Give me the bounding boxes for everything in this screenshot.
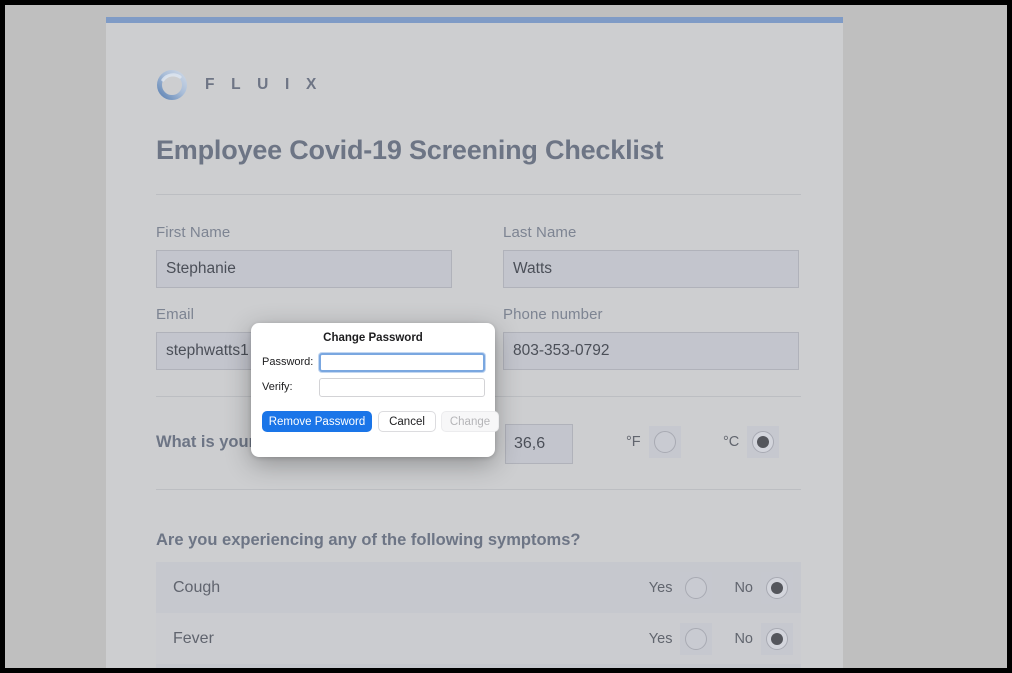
symptoms-list: Cough Yes No Fever Yes No (156, 562, 801, 668)
symptom-yes-option[interactable]: Yes (648, 622, 713, 655)
brand-wordmark: F L U I X (205, 76, 323, 93)
first-name-input[interactable]: Stephanie (156, 250, 452, 288)
radio-box[interactable] (648, 426, 681, 458)
field-last-name: Last Name Watts (503, 224, 799, 288)
radio-yes-icon[interactable] (685, 627, 708, 650)
symptom-name: Cough (173, 578, 221, 596)
field-label: First Name (156, 224, 231, 241)
table-row: Fever Yes No (156, 613, 801, 664)
radio-no-icon[interactable] (766, 576, 788, 599)
yes-label: Yes (648, 579, 673, 596)
screen-frame: F L U I X Employee Covid-19 Screening Ch… (0, 0, 1012, 673)
table-row: Cough Yes No (156, 562, 801, 613)
field-phone-number: Phone number 803-353-0792 (503, 306, 799, 370)
radio-no-icon[interactable] (766, 627, 788, 650)
no-label: No (734, 630, 753, 647)
page-title: Employee Covid-19 Screening Checklist (156, 135, 664, 165)
field-label: Email (156, 306, 195, 323)
symptoms-heading: Are you experiencing any of the followin… (156, 531, 581, 549)
symptom-no-option[interactable]: No (734, 622, 793, 655)
radio-box[interactable] (680, 571, 713, 604)
unit-label: °C (723, 434, 740, 450)
dialog-title: Change Password (323, 332, 423, 344)
desktop-background: F L U I X Employee Covid-19 Screening Ch… (5, 5, 1007, 668)
change-password-dialog: Change Password Password: Verify: Remove… (251, 323, 499, 457)
temperature-unit-fahrenheit[interactable]: °F (626, 426, 681, 458)
fluix-ring-logo-icon (157, 70, 187, 100)
no-label: No (734, 579, 753, 596)
field-label: Last Name (503, 224, 577, 241)
symptom-yes-option[interactable]: Yes (648, 571, 713, 604)
phone-number-input[interactable]: 803-353-0792 (503, 332, 799, 370)
change-button: Change (441, 411, 499, 432)
radio-box[interactable] (761, 571, 793, 604)
field-first-name: First Name Stephanie (156, 224, 452, 288)
dialog-button-bar: Remove Password Cancel Change (251, 411, 499, 435)
radio-fahrenheit-icon[interactable] (653, 431, 676, 453)
last-name-input[interactable]: Watts (503, 250, 799, 288)
verify-label: Verify: (262, 381, 293, 393)
field-label: Phone number (503, 306, 603, 323)
radio-box[interactable] (680, 622, 713, 655)
radio-selected-dot-icon (771, 632, 783, 645)
symptom-answer-group: Yes No (648, 622, 793, 655)
cancel-button[interactable]: Cancel (378, 411, 436, 432)
section-divider (156, 194, 801, 195)
radio-yes-icon[interactable] (685, 576, 708, 599)
symptom-no-option[interactable]: No (734, 571, 793, 604)
dialog-verify-row: Verify: (251, 378, 495, 398)
radio-selected-dot-icon (771, 581, 783, 594)
dialog-password-row: Password: (251, 353, 495, 373)
radio-selected-dot-icon (757, 436, 770, 448)
brand: F L U I X (156, 69, 323, 101)
radio-box[interactable] (747, 426, 780, 458)
password-label: Password: (262, 356, 314, 368)
temperature-unit-celsius[interactable]: °C (723, 426, 780, 458)
symptom-name: Fever (173, 629, 214, 647)
verify-field[interactable] (319, 378, 485, 397)
yes-label: Yes (648, 630, 673, 647)
remove-password-button[interactable]: Remove Password (262, 411, 372, 432)
symptom-answer-group: Yes No (648, 571, 793, 604)
temperature-input[interactable]: 36,6 (505, 424, 573, 464)
section-divider (156, 489, 801, 490)
radio-box[interactable] (761, 622, 793, 655)
password-field[interactable] (319, 353, 485, 372)
radio-celsius-icon[interactable] (752, 431, 775, 453)
unit-label: °F (626, 434, 641, 450)
table-row: Shortness of breath Yes No (156, 664, 801, 668)
